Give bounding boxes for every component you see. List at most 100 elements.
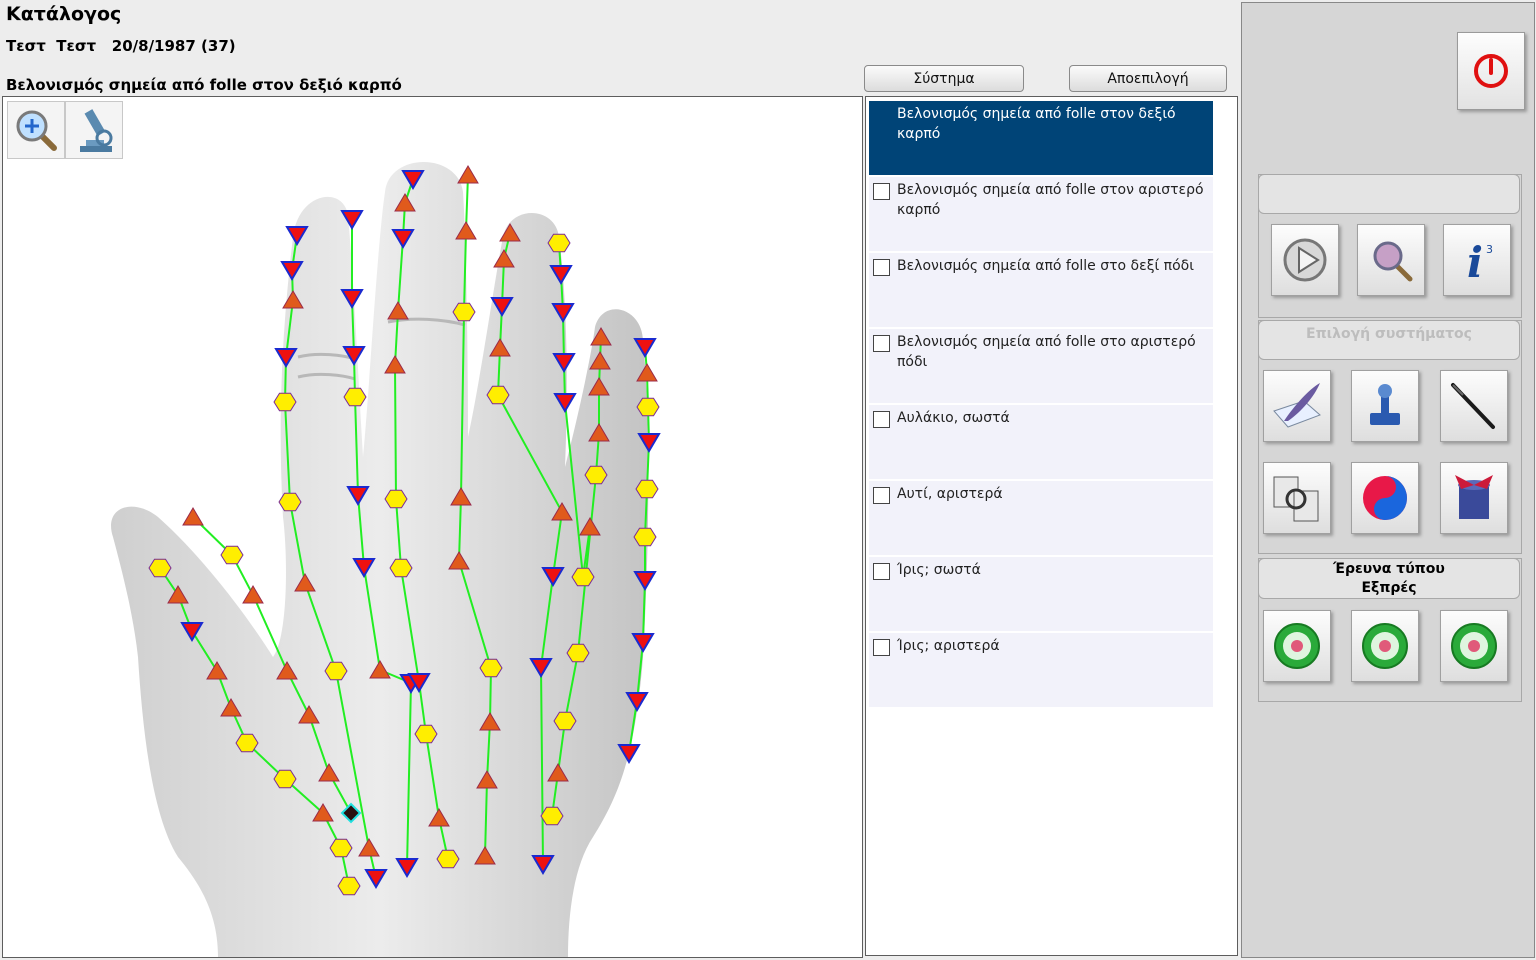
checkbox[interactable] [873, 259, 890, 276]
acupoint-triangle-down[interactable] [617, 744, 641, 764]
acupoint-hexagon[interactable] [324, 661, 348, 681]
acupoint-triangle-up[interactable] [384, 355, 406, 374]
acupoint-triangle-down[interactable] [552, 353, 576, 373]
acupoint-triangle-down[interactable] [340, 289, 364, 309]
acupoint-hexagon[interactable] [636, 397, 660, 417]
zoom-button[interactable] [7, 101, 65, 159]
acupoint-triangle-down[interactable] [352, 558, 376, 578]
list-item[interactable]: Βελονισμός σημεία από folle στον δεξιό κ… [869, 101, 1213, 175]
acupoint-triangle-up[interactable] [636, 363, 658, 382]
power-button[interactable] [1457, 32, 1525, 110]
info-button[interactable]: i 3 [1443, 224, 1511, 296]
acupoint-triangle-up[interactable] [428, 808, 450, 827]
acupoint-triangle-up[interactable] [318, 763, 340, 782]
acupoint-hexagon[interactable] [479, 658, 503, 678]
checkbox[interactable] [873, 411, 890, 428]
acupoint-triangle-down[interactable] [346, 486, 370, 506]
acupoint-triangle-up[interactable] [499, 223, 521, 242]
acupoint-triangle-up[interactable] [474, 846, 496, 865]
acupoint-hexagon[interactable] [235, 733, 259, 753]
acupoint-hexagon[interactable] [278, 492, 302, 512]
acupoint-triangle-up[interactable] [457, 165, 479, 184]
acupoint-triangle-up[interactable] [588, 423, 610, 442]
acupoint-triangle-down[interactable] [399, 674, 423, 694]
acupoint-triangle-down[interactable] [529, 658, 553, 678]
list-item[interactable]: Βελονισμός σημεία από folle στο αριστερό… [869, 329, 1213, 403]
acupoint-triangle-up[interactable] [493, 249, 515, 268]
acupoint-triangle-up[interactable] [588, 377, 610, 396]
search-button[interactable] [1357, 224, 1425, 296]
acupoint-triangle-up[interactable] [242, 585, 264, 604]
acupoint-triangle-up[interactable] [448, 551, 470, 570]
acupoint-triangle-up[interactable] [298, 705, 320, 724]
acupoint-triangle-down[interactable] [633, 338, 657, 358]
acupoint-triangle-down[interactable] [407, 673, 431, 693]
acupoint-hexagon[interactable] [220, 545, 244, 565]
checkbox[interactable] [873, 335, 890, 352]
acupoint-hexagon[interactable] [343, 387, 367, 407]
acupoint-hexagon[interactable] [148, 558, 172, 578]
acupoint-triangle-up[interactable] [476, 770, 498, 789]
acupoint-triangle-down[interactable] [391, 229, 415, 249]
checkbox[interactable] [873, 183, 890, 200]
yin-yang-button[interactable] [1351, 462, 1419, 534]
acupoint-triangle-up[interactable] [387, 301, 409, 320]
acupoint-triangle-down[interactable] [395, 858, 419, 878]
checkbox[interactable] [873, 639, 890, 656]
express-scan-button-1[interactable] [1263, 610, 1331, 682]
acupoint-triangle-up[interactable] [394, 193, 416, 212]
acupoint-triangle-down[interactable] [633, 571, 657, 591]
acupoint-triangle-down[interactable] [342, 346, 366, 366]
acupoint-triangle-up[interactable] [220, 698, 242, 717]
checkbox[interactable] [873, 563, 890, 580]
acupoint-triangle-down[interactable] [551, 303, 575, 323]
acupoint-triangle-up[interactable] [589, 351, 611, 370]
microscope-button[interactable] [65, 101, 123, 159]
acupoint-hexagon[interactable] [436, 849, 460, 869]
acupoint-triangle-down[interactable] [490, 297, 514, 317]
acupoint-triangle-up[interactable] [282, 290, 304, 309]
acupoint-hexagon[interactable] [633, 527, 657, 547]
list-item[interactable]: Βελονισμός σημεία από folle στον αριστερ… [869, 177, 1213, 251]
acupoint-triangle-up[interactable] [489, 338, 511, 357]
acupoint-triangle-up[interactable] [547, 763, 569, 782]
list-item[interactable]: Ίρις; σωστά [869, 557, 1213, 631]
deselect-button[interactable]: Αποεπιλογή [1069, 65, 1227, 92]
acupoint-triangle-down[interactable] [531, 855, 555, 875]
acupoint-hexagon[interactable] [329, 838, 353, 858]
acupoint-triangle-up[interactable] [450, 487, 472, 506]
acupoint-triangle-up[interactable] [312, 803, 334, 822]
acupoint-triangle-up[interactable] [358, 838, 380, 857]
acupoint-triangle-up[interactable] [455, 221, 477, 240]
stamp-button[interactable] [1351, 370, 1419, 442]
acupoint-hexagon[interactable] [635, 479, 659, 499]
acupoint-triangle-down[interactable] [541, 567, 565, 587]
transfer-button[interactable] [1263, 462, 1331, 534]
acupoint-hexagon[interactable] [553, 711, 577, 731]
acupoint-triangle-up[interactable] [479, 712, 501, 731]
acupoint-triangle-up[interactable] [369, 660, 391, 679]
list-item[interactable]: Ίρις; αριστερά [869, 633, 1213, 707]
acupoint-hexagon[interactable] [547, 233, 571, 253]
express-scan-button-2[interactable] [1351, 610, 1419, 682]
acupoint-triangle-up[interactable] [551, 502, 573, 521]
express-scan-button-3[interactable] [1440, 610, 1508, 682]
scalpel-button[interactable] [1440, 370, 1508, 442]
acupoint-triangle-down[interactable] [631, 633, 655, 653]
acupoint-triangle-down[interactable] [637, 433, 661, 453]
list-item[interactable]: Αυτί, αριστερά [869, 481, 1213, 555]
system-button[interactable]: Σύστημα [864, 65, 1024, 92]
acupoint-hexagon[interactable] [384, 489, 408, 509]
acupoint-triangle-up[interactable] [276, 661, 298, 680]
acupoint-hexagon[interactable] [584, 465, 608, 485]
play-button[interactable] [1271, 224, 1339, 296]
acupoint-diamond[interactable] [340, 802, 362, 824]
acupoint-triangle-down[interactable] [625, 692, 649, 712]
acupoint-triangle-down[interactable] [280, 261, 304, 281]
acupoint-triangle-down[interactable] [549, 265, 573, 285]
checkbox[interactable] [873, 487, 890, 504]
acupoint-triangle-up[interactable] [579, 517, 601, 536]
hat-button[interactable] [1440, 462, 1508, 534]
acupoint-hexagon[interactable] [389, 558, 413, 578]
acupoint-triangle-down[interactable] [274, 348, 298, 368]
